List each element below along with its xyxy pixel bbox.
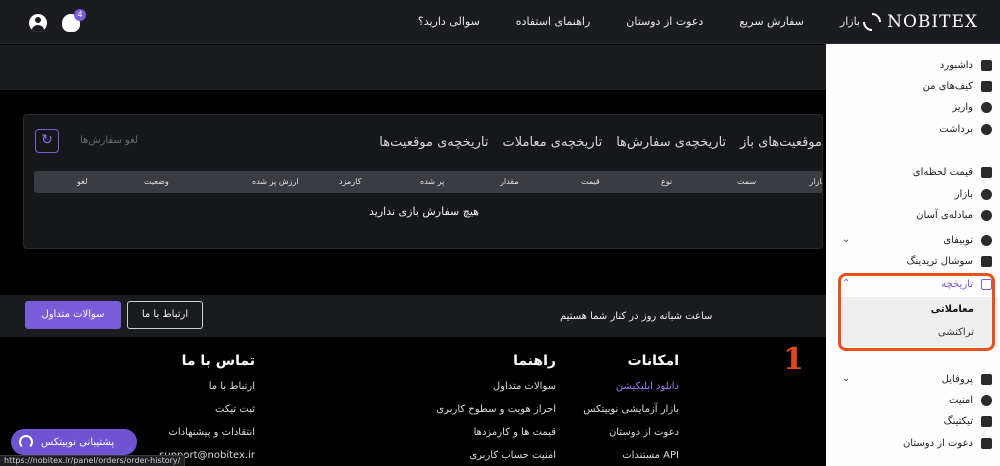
sidebar-item-deposit[interactable]: واریز [826,99,1000,119]
sidebar-item-dashboard[interactable]: داشبورد [826,57,1000,77]
footer-link-contact[interactable]: ارتباط با ما [159,381,255,404]
floating-support-label: پشتیبانی نوبیتکس [41,436,115,448]
nav-questions[interactable]: سوالی دارید؟ [418,15,480,28]
col-market: بازار [809,177,823,186]
dashboard-icon [981,60,992,71]
user-account-icon[interactable] [29,14,47,32]
footer-link-faq[interactable]: سوالات متداول [436,381,556,404]
sidebar-item-easy-exchange[interactable]: مبادله‌ی آسان [826,207,1000,227]
col-status: وضعیت [144,177,169,186]
orders-table-header: بازار سمت نوع قیمت مقدار پر شده کارمزد ا… [34,171,823,193]
floating-support-button[interactable]: پشتیبانی نوبیتکس [11,429,137,455]
nobitex-logo[interactable]: NOBITEX [859,9,978,35]
tab-trade-history[interactable]: تاریخچه‌ی معاملات [503,135,603,150]
sub-header-bar [0,45,826,90]
col-price: قیمت [581,177,600,186]
sidebar-item-live-price[interactable]: قیمت لحظه‌ای [826,164,1000,184]
deposit-icon [981,102,992,113]
tab-order-history[interactable]: تاریخچه‌ی سفارش‌ها [616,135,726,150]
refresh-button[interactable]: ↻ [35,129,59,153]
footer-link-api-docs[interactable]: مستندات API [583,450,679,466]
headset-icon [19,435,33,449]
chevron-down-icon: ⌄ [842,234,851,245]
footer-guide-title: راهنما [513,353,556,369]
col-filled: پر شده [420,177,445,186]
sidebar-item-wallets[interactable]: کیف‌های من [826,78,1000,98]
col-amount: مقدار [500,177,519,186]
orders-card: ↻ لغو سفارش‌ها موقعیت‌های باز تاریخچه‌ی … [23,114,823,249]
sidebar-item-market[interactable]: بازار [826,186,1000,206]
empty-orders-message: هیچ سفارش بازی ندارید [369,205,479,218]
col-side: سمت [737,177,757,186]
contact-us-button[interactable]: ارتباط با ما [127,301,203,329]
col-cancel: لغو [77,177,88,186]
status-bar-url: https://nobitex.ir/panel/orders/order-hi… [0,455,186,466]
cancel-orders-button[interactable]: لغو سفارش‌ها [80,135,138,146]
logo-text: NOBITEX [887,12,978,32]
top-navbar: NOBITEX بازار سفارش سریع دعوت از دوستان … [0,0,1000,44]
shield-icon [981,395,992,406]
col-type: نوع [661,177,673,186]
withdraw-icon [981,124,992,135]
tab-position-history[interactable]: تاریخچه‌ی موقعیت‌ها [379,135,488,150]
main-nav: بازار سفارش سریع دعوت از دوستان راهنمای … [418,15,860,28]
sidebar: داشبورد کیف‌های من واریز برداشت قیمت لحظ… [826,44,1000,466]
users-icon [981,438,992,449]
footer-contact: تماس با ما ارتباط با ما ثبت تیکت انتقادا… [159,353,255,466]
footer-link-invite[interactable]: دعوت از دوستان [583,427,679,450]
support-text: ساعت شبانه روز در کنار شما هستیم [560,311,713,322]
chart-icon [981,167,992,178]
crown-icon [981,256,992,267]
footer-link-feedback[interactable]: انتقادات و پیشنهادات [159,427,255,450]
footer-features: امکانات دانلود اپلیکیشن بازار آزمایشی نو… [583,353,679,466]
footer-link-kyc[interactable]: احراز هویت و سطوح کاربری [436,404,556,427]
sidebar-item-nobify[interactable]: نوبیفای ⌄ [826,232,1000,252]
nav-market[interactable]: بازار [840,15,860,28]
footer-link-demo-market[interactable]: بازار آزمایشی نوبیتکس [583,404,679,427]
sidebar-item-profile[interactable]: پروفایل ⌄ [826,371,1000,391]
col-filled-value: ارزش پر شده [252,177,299,186]
logo-mark-icon [859,9,885,35]
profile-icon [981,374,992,385]
nobify-icon [981,235,992,246]
annotation-number: 1 [783,342,804,377]
exchange-icon [981,210,992,221]
footer-contact-title: تماس با ما [181,353,255,369]
footer-link-download-app[interactable]: دانلود اپلیکیشن [583,381,679,404]
sidebar-item-invite[interactable]: دعوت از دوستان [826,435,1000,455]
orders-tabs: موقعیت‌های باز تاریخچه‌ی سفارش‌ها تاریخچ… [379,135,822,150]
footer-features-title: امکانات [627,353,679,369]
nav-invite-friends[interactable]: دعوت از دوستان [626,15,703,28]
sidebar-item-social-trading[interactable]: سوشال تریدینگ [826,253,1000,273]
chevron-down-icon: ⌄ [842,373,851,384]
faq-button[interactable]: سوالات متداول [25,301,121,329]
ticket-icon [981,416,992,427]
col-fee: کارمزد [339,177,362,186]
footer-link-account-security[interactable]: امنیت حساب کاربری [436,450,556,466]
sidebar-item-withdraw[interactable]: برداشت [826,121,1000,141]
market-icon [981,189,992,200]
notification-badge: 4 [74,9,86,21]
sidebar-item-security[interactable]: امنیت [826,392,1000,412]
annotation-highlight-box [838,273,995,351]
wallet-icon [981,81,992,92]
nav-quick-order[interactable]: سفارش سریع [739,15,804,28]
tab-open-positions[interactable]: موقعیت‌های باز [740,135,822,150]
nav-user-guide[interactable]: راهنمای استفاده [516,15,590,28]
footer-guide: راهنما سوالات متداول احراز هویت و سطوح ک… [436,353,556,466]
refresh-icon: ↻ [41,132,53,148]
footer-link-ticket[interactable]: ثبت تیکت [159,404,255,427]
footer-link-fees[interactable]: قیمت ها و کارمزدها [436,427,556,450]
sidebar-item-ticketing[interactable]: تیکتینگ [826,413,1000,433]
